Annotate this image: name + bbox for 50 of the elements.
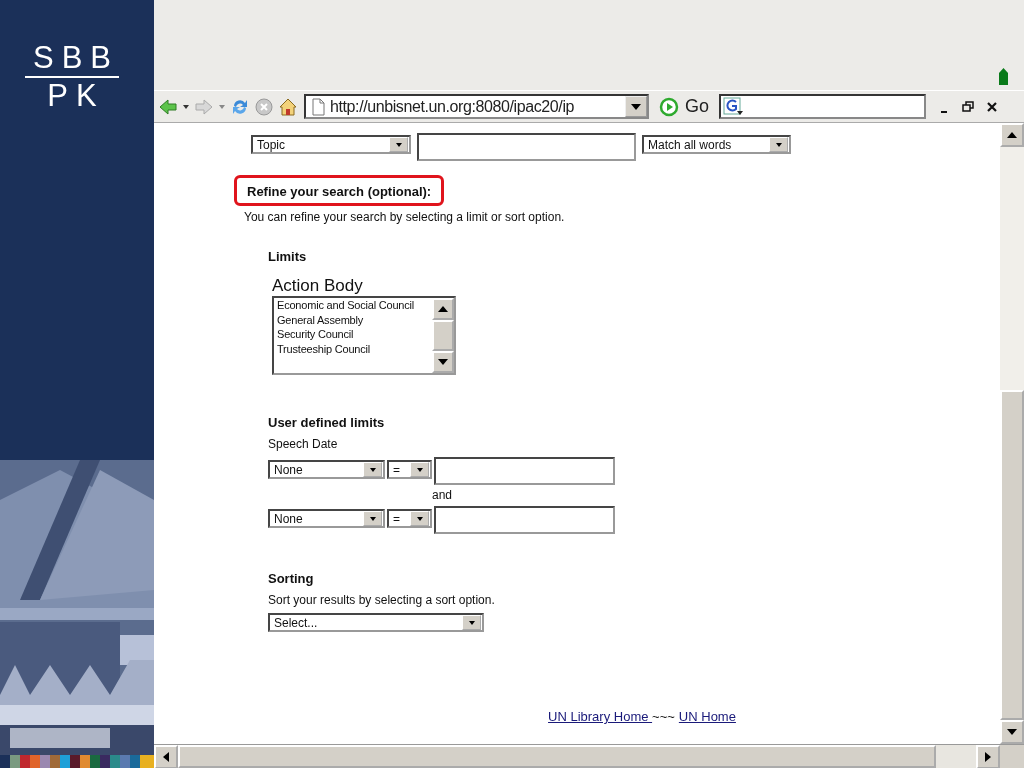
hint-text: Sort your results by selecting a sort option.	[268, 593, 496, 607]
section-heading: Refine your search (optional):	[234, 175, 445, 206]
go-button[interactable]: Go	[653, 96, 715, 117]
logo-text: PK	[46, 78, 105, 114]
search-field[interactable]	[417, 133, 636, 161]
search-field[interactable]	[719, 94, 926, 119]
bookmark-icon	[999, 68, 1008, 85]
scroll-left-button[interactable]	[154, 745, 178, 768]
section-heading: User defined limits	[268, 415, 386, 430]
search-engine-icon	[723, 97, 744, 116]
play-icon	[659, 96, 679, 117]
restore-icon[interactable]	[962, 100, 974, 113]
close-icon[interactable]	[986, 100, 998, 113]
intro-text: You can refine your search by selecting a limit or sort option.	[244, 210, 565, 224]
scroll-up-button[interactable]	[1000, 123, 1024, 147]
page-icon	[310, 97, 326, 116]
link[interactable]: UN Library Home	[548, 709, 653, 724]
address-field[interactable]: http://unbisnet.un.org:8080/ipac20/ip	[304, 94, 649, 119]
list-option[interactable]: Security Council	[277, 327, 432, 342]
list-option[interactable]: Economic and Social Council	[277, 298, 432, 313]
separator-text: ~~~	[652, 709, 675, 724]
field-label: Speech Date	[268, 437, 339, 451]
scrollbar-thumb[interactable]	[178, 745, 936, 768]
section-heading: Sorting	[268, 571, 315, 586]
scroll-down-button[interactable]	[1000, 720, 1024, 744]
stop-icon[interactable]	[254, 96, 274, 117]
field-label: Action Body	[272, 276, 364, 296]
scroll-down-button[interactable]	[432, 351, 454, 373]
caret-icon[interactable]	[182, 103, 190, 110]
scroll-up-button[interactable]	[432, 298, 454, 320]
operator-dropdown[interactable]: =	[387, 460, 432, 479]
logo-text: SBB	[25, 40, 119, 78]
home-icon[interactable]	[278, 96, 298, 117]
joiner-text: and	[432, 488, 454, 502]
operator-dropdown[interactable]: =	[387, 509, 432, 528]
list-option[interactable]: General Assembly	[277, 312, 432, 327]
field-dropdown[interactable]: None	[268, 460, 385, 479]
listbox[interactable]: Economic and Social Council General Assembly Security Council Trusteeship Council	[272, 296, 456, 375]
value-field[interactable]	[434, 457, 615, 485]
match-dropdown[interactable]: Match all words	[642, 135, 791, 154]
value-field[interactable]	[434, 506, 615, 534]
link[interactable]: UN Home	[678, 709, 736, 724]
scrollbar-thumb[interactable]	[1000, 390, 1024, 720]
field-dropdown[interactable]: None	[268, 509, 385, 528]
section-heading: Limits	[268, 249, 308, 264]
list-option[interactable]: Trusteeship Council	[277, 341, 432, 356]
scrollbar-thumb[interactable]	[432, 320, 454, 351]
scroll-right-button[interactable]	[976, 745, 1000, 768]
field-dropdown[interactable]: Topic	[251, 135, 411, 154]
sort-dropdown[interactable]: Select...	[268, 613, 484, 632]
